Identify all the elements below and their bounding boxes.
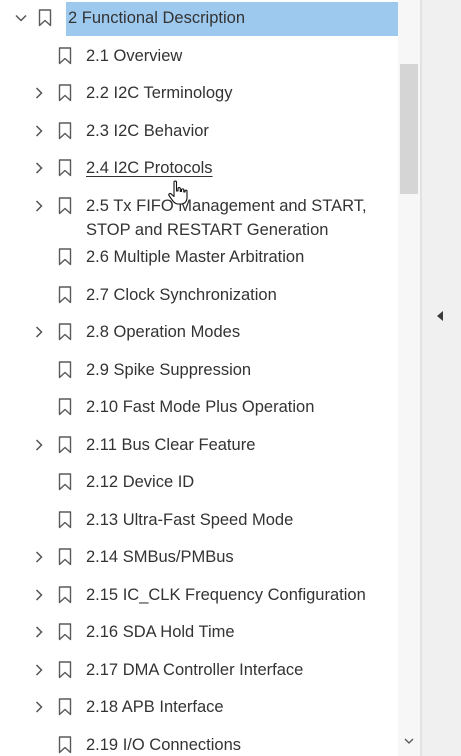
chevron-right-icon[interactable] bbox=[32, 663, 46, 677]
chevron-right-icon[interactable] bbox=[32, 588, 46, 602]
bookmark-item[interactable]: 2.17 DMA Controller Interface bbox=[0, 652, 398, 688]
chevron-right-icon[interactable] bbox=[32, 438, 46, 452]
bookmark-label[interactable]: 2.19 I/O Connections bbox=[86, 733, 380, 756]
chevron-down-icon[interactable] bbox=[14, 11, 28, 25]
bookmark-icon bbox=[58, 586, 72, 604]
bookmark-icon bbox=[58, 159, 72, 177]
chevron-right-icon[interactable] bbox=[32, 325, 46, 339]
bookmark-icon bbox=[58, 473, 72, 491]
bookmark-label[interactable]: 2.11 Bus Clear Feature bbox=[86, 433, 380, 457]
chevron-right-icon[interactable] bbox=[32, 550, 46, 564]
scrollbar-thumb[interactable] bbox=[400, 64, 418, 194]
bookmark-icon bbox=[58, 47, 72, 65]
bookmark-icon bbox=[58, 323, 72, 341]
bookmark-icon bbox=[58, 84, 72, 102]
bookmark-label[interactable]: 2.12 Device ID bbox=[86, 470, 380, 494]
bookmark-icon bbox=[58, 698, 72, 716]
bookmark-icon bbox=[58, 398, 72, 416]
bookmark-label[interactable]: 2.13 Ultra-Fast Speed Mode bbox=[86, 508, 380, 532]
bookmark-label[interactable]: 2.17 DMA Controller Interface bbox=[86, 658, 380, 682]
bookmark-item[interactable]: 2.14 SMBus/PMBus bbox=[0, 539, 398, 575]
bookmark-label[interactable]: 2.4 I2C Protocols bbox=[86, 156, 380, 180]
bookmark-item[interactable]: 2.19 I/O Connections bbox=[0, 727, 398, 756]
bookmark-icon bbox=[58, 661, 72, 679]
triangle-left-icon[interactable] bbox=[435, 309, 445, 323]
bookmark-item[interactable]: 2.11 Bus Clear Feature bbox=[0, 427, 398, 463]
bookmark-icon bbox=[58, 548, 72, 566]
bookmark-item[interactable]: 2.18 APB Interface bbox=[0, 689, 398, 725]
bookmark-item[interactable]: 2.2 I2C Terminology bbox=[0, 75, 398, 111]
bookmark-label[interactable]: 2.2 I2C Terminology bbox=[86, 81, 380, 105]
bookmark-item[interactable]: 2.3 I2C Behavior bbox=[0, 113, 398, 149]
bookmark-icon bbox=[58, 736, 72, 754]
scroll-down-icon[interactable] bbox=[402, 734, 416, 748]
bookmark-item[interactable]: 2 Functional Description bbox=[0, 0, 398, 36]
bookmark-label[interactable]: 2.8 Operation Modes bbox=[86, 320, 380, 344]
bookmark-icon bbox=[58, 511, 72, 529]
bookmark-item[interactable]: 2.6 Multiple Master Arbitration bbox=[0, 239, 398, 275]
bookmark-label[interactable]: 2.14 SMBus/PMBus bbox=[86, 545, 380, 569]
bookmark-icon bbox=[58, 361, 72, 379]
bookmark-label[interactable]: 2.10 Fast Mode Plus Operation bbox=[86, 395, 380, 419]
bookmark-icon bbox=[58, 623, 72, 641]
bookmark-label[interactable]: 2.7 Clock Synchronization bbox=[86, 283, 380, 307]
bookmark-item[interactable]: 2.4 I2C Protocols bbox=[0, 150, 398, 186]
bookmark-icon bbox=[58, 286, 72, 304]
chevron-right-icon[interactable] bbox=[32, 199, 46, 213]
bookmark-item[interactable]: 2.10 Fast Mode Plus Operation bbox=[0, 389, 398, 425]
bookmark-icon bbox=[58, 122, 72, 140]
panel-collapse-strip[interactable] bbox=[422, 0, 461, 756]
bookmark-label[interactable]: 2.15 IC_CLK Frequency Configuration bbox=[86, 583, 380, 607]
bookmark-label[interactable]: 2.18 APB Interface bbox=[86, 695, 380, 719]
bookmark-label[interactable]: 2.16 SDA Hold Time bbox=[86, 620, 380, 644]
bookmark-label[interactable]: 2 Functional Description bbox=[66, 2, 398, 36]
bookmark-item[interactable]: 2.13 Ultra-Fast Speed Mode bbox=[0, 502, 398, 538]
bookmarks-tree: 2 Functional Description 2.1 Overview 2.2 … bbox=[0, 0, 398, 756]
bookmark-label[interactable]: 2.6 Multiple Master Arbitration bbox=[86, 245, 380, 269]
bookmark-label[interactable]: 2.1 Overview bbox=[86, 44, 380, 68]
chevron-right-icon[interactable] bbox=[32, 124, 46, 138]
bookmark-icon bbox=[58, 248, 72, 266]
chevron-right-icon[interactable] bbox=[32, 625, 46, 639]
chevron-right-icon[interactable] bbox=[32, 86, 46, 100]
bookmark-item[interactable]: 2.9 Spike Suppression bbox=[0, 352, 398, 388]
bookmark-label[interactable]: 2.5 Tx FIFO Management and START, STOP a… bbox=[86, 194, 380, 242]
bookmark-icon bbox=[58, 197, 72, 215]
bookmark-item[interactable]: 2.5 Tx FIFO Management and START, STOP a… bbox=[0, 188, 398, 239]
chevron-right-icon[interactable] bbox=[32, 700, 46, 714]
bookmark-item[interactable]: 2.12 Device ID bbox=[0, 464, 398, 500]
bookmark-icon bbox=[38, 9, 52, 27]
bookmark-item[interactable]: 2.7 Clock Synchronization bbox=[0, 277, 398, 313]
bookmark-item[interactable]: 2.15 IC_CLK Frequency Configuration bbox=[0, 577, 398, 613]
bookmark-label[interactable]: 2.3 I2C Behavior bbox=[86, 119, 380, 143]
bookmark-label[interactable]: 2.9 Spike Suppression bbox=[86, 358, 380, 382]
bookmark-item[interactable]: 2.16 SDA Hold Time bbox=[0, 614, 398, 650]
bookmark-item[interactable]: 2.8 Operation Modes bbox=[0, 314, 398, 350]
chevron-right-icon[interactable] bbox=[32, 161, 46, 175]
bookmark-icon bbox=[58, 436, 72, 454]
bookmark-item[interactable]: 2.1 Overview bbox=[0, 38, 398, 74]
